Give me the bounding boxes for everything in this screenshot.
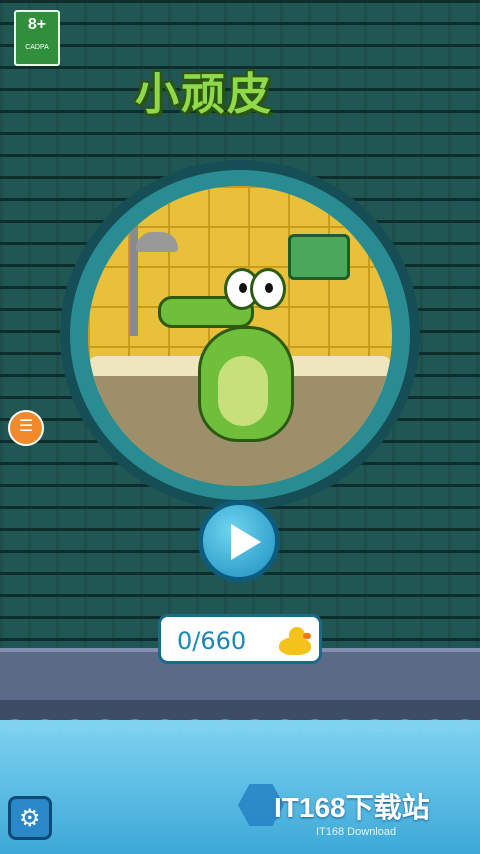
score-panel: 0/660 [158,614,322,664]
crocodile-character [158,256,298,442]
shower-pipe [130,216,138,336]
age-rating-badge: 8+ CADPA [14,10,60,66]
age-rating-org: CADPA [25,44,49,51]
watermark-brand: IT168下载站 [274,792,430,823]
menu-button[interactable] [8,410,44,446]
rubber-duck-icon [279,627,313,655]
settings-button[interactable]: ⚙ [8,796,52,840]
bathroom-scene [88,186,392,486]
game-title: 小顽皮 [135,69,273,120]
water-waves [0,712,480,732]
score-value: 0/660 [177,627,247,655]
watermark-subtitle: IT168 Download [316,826,397,838]
shower-head-icon [136,232,178,252]
watermark: IT168下载站 IT168 Download [238,778,468,842]
gear-icon: ⚙ [19,804,41,832]
crocodile-belly [218,356,268,426]
crocodile-eye-right [250,268,286,310]
play-button[interactable] [198,500,280,582]
age-rating-text: 8+ [27,16,47,33]
